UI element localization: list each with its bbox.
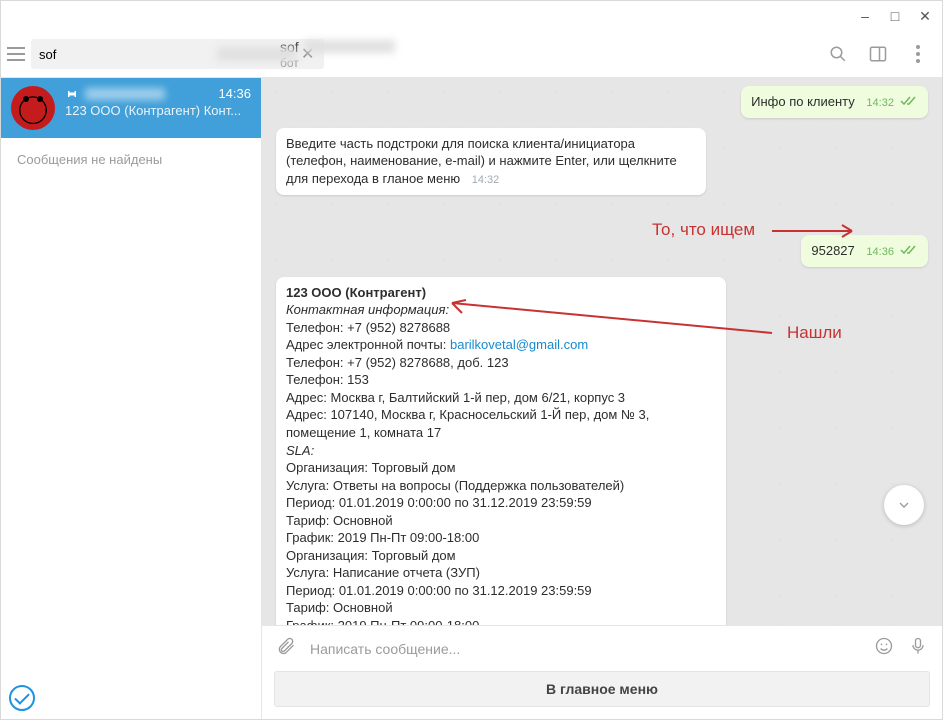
chat-time: 14:36 [218, 86, 251, 101]
chat-title-blur [305, 40, 395, 53]
message-text: 952827 [811, 243, 854, 258]
info-contact-header: Контактная информация [286, 302, 445, 317]
message-time: 14:36 [866, 246, 894, 258]
scroll-down-fab[interactable] [884, 485, 924, 525]
message-out: 952827 14:36 [276, 235, 928, 267]
sidebar: 14:36 123 ООО (Контрагент) Конт... Сообщ… [1, 78, 262, 719]
message-time: 14:32 [472, 173, 500, 188]
info-title: 123 ООО (Контрагент) [286, 284, 716, 302]
info-line: Телефон: 153 [286, 371, 716, 389]
chat-area: Инфо по клиенту 14:32 Введите часть подс… [262, 78, 942, 719]
avatar [11, 86, 55, 130]
chat-name-blur [85, 88, 165, 100]
info-line: Услуга: Написание отчета (ЗУП) [286, 564, 716, 582]
topbar: ✕ sof бот [1, 31, 942, 78]
message-in: Введите часть подстроки для поиска клиен… [276, 128, 928, 195]
message-bubble[interactable]: 123 ООО (Контрагент) Контактная информац… [276, 277, 726, 625]
attach-icon[interactable] [276, 636, 296, 661]
info-line: Адрес: Москва г, Балтийский 1-й пер, дом… [286, 389, 716, 407]
info-line: График: 2019 Пн-Пт 09:00-18:00 [286, 617, 716, 625]
search-input[interactable] [37, 43, 217, 66]
info-line: Адрес: 107140, Москва г, Красносельский … [286, 406, 716, 441]
message-time: 14:32 [866, 97, 894, 109]
hamburger-menu-icon[interactable] [7, 41, 25, 67]
info-line: Организация: Торговый дом [286, 459, 716, 477]
group-icon [65, 88, 79, 100]
titlebar: – □ ✕ [1, 1, 942, 31]
window-maximize[interactable]: □ [886, 7, 904, 25]
messages[interactable]: Инфо по клиенту 14:32 Введите часть подс… [262, 78, 942, 625]
more-icon[interactable] [908, 44, 928, 64]
no-results-label: Сообщения не найдены [1, 138, 261, 181]
main-menu-button[interactable]: В главное меню [274, 671, 930, 707]
chat-preview: 123 ООО (Контрагент) Конт... [65, 103, 251, 118]
side-panel-icon[interactable] [868, 44, 888, 64]
compose-bar: Написать сообщение... [262, 625, 942, 671]
window-close[interactable]: ✕ [916, 7, 934, 25]
window-minimize[interactable]: – [856, 7, 874, 25]
read-ticks-icon [900, 96, 918, 106]
info-line: Тариф: Основной [286, 599, 716, 617]
info-sla-header: SLA [286, 443, 311, 458]
message-in: 123 ООО (Контрагент) Контактная информац… [276, 277, 928, 625]
compose-input[interactable]: Написать сообщение... [310, 641, 860, 657]
search-blur [217, 47, 297, 61]
search-icon[interactable] [828, 44, 848, 64]
mic-icon[interactable] [908, 636, 928, 661]
emoji-icon[interactable] [874, 636, 894, 661]
message-bubble[interactable]: Введите часть подстроки для поиска клиен… [276, 128, 706, 195]
info-line: Организация: Торговый дом [286, 547, 716, 565]
chat-list-item[interactable]: 14:36 123 ООО (Контрагент) Конт... [1, 78, 261, 138]
read-ticks-icon [900, 245, 918, 255]
info-line: Период: 01.01.2019 0:00:00 по 31.12.2019… [286, 494, 716, 512]
chat-title-sub: бот [280, 56, 395, 70]
message-bubble[interactable]: 952827 14:36 [801, 235, 928, 267]
info-line: Телефон: +7 (952) 8278688 [286, 319, 716, 337]
info-line: График: 2019 Пн-Пт 09:00-18:00 [286, 529, 716, 547]
verified-badge-icon [9, 685, 35, 711]
message-text: Инфо по клиенту [751, 94, 855, 109]
info-line: Адрес электронной почты: [286, 337, 450, 352]
info-line: Телефон: +7 (952) 8278688, доб. 123 [286, 354, 716, 372]
message-bubble[interactable]: Инфо по клиенту 14:32 [741, 86, 928, 118]
info-line: Тариф: Основной [286, 512, 716, 530]
email-link[interactable]: barilkovetal@gmail.com [450, 337, 588, 352]
info-line: Период: 01.01.2019 0:00:00 по 31.12.2019… [286, 582, 716, 600]
message-out: Инфо по клиенту 14:32 [276, 86, 928, 118]
chat-title[interactable]: sof бот [280, 39, 395, 70]
info-line: Услуга: Ответы на вопросы (Поддержка пол… [286, 477, 716, 495]
